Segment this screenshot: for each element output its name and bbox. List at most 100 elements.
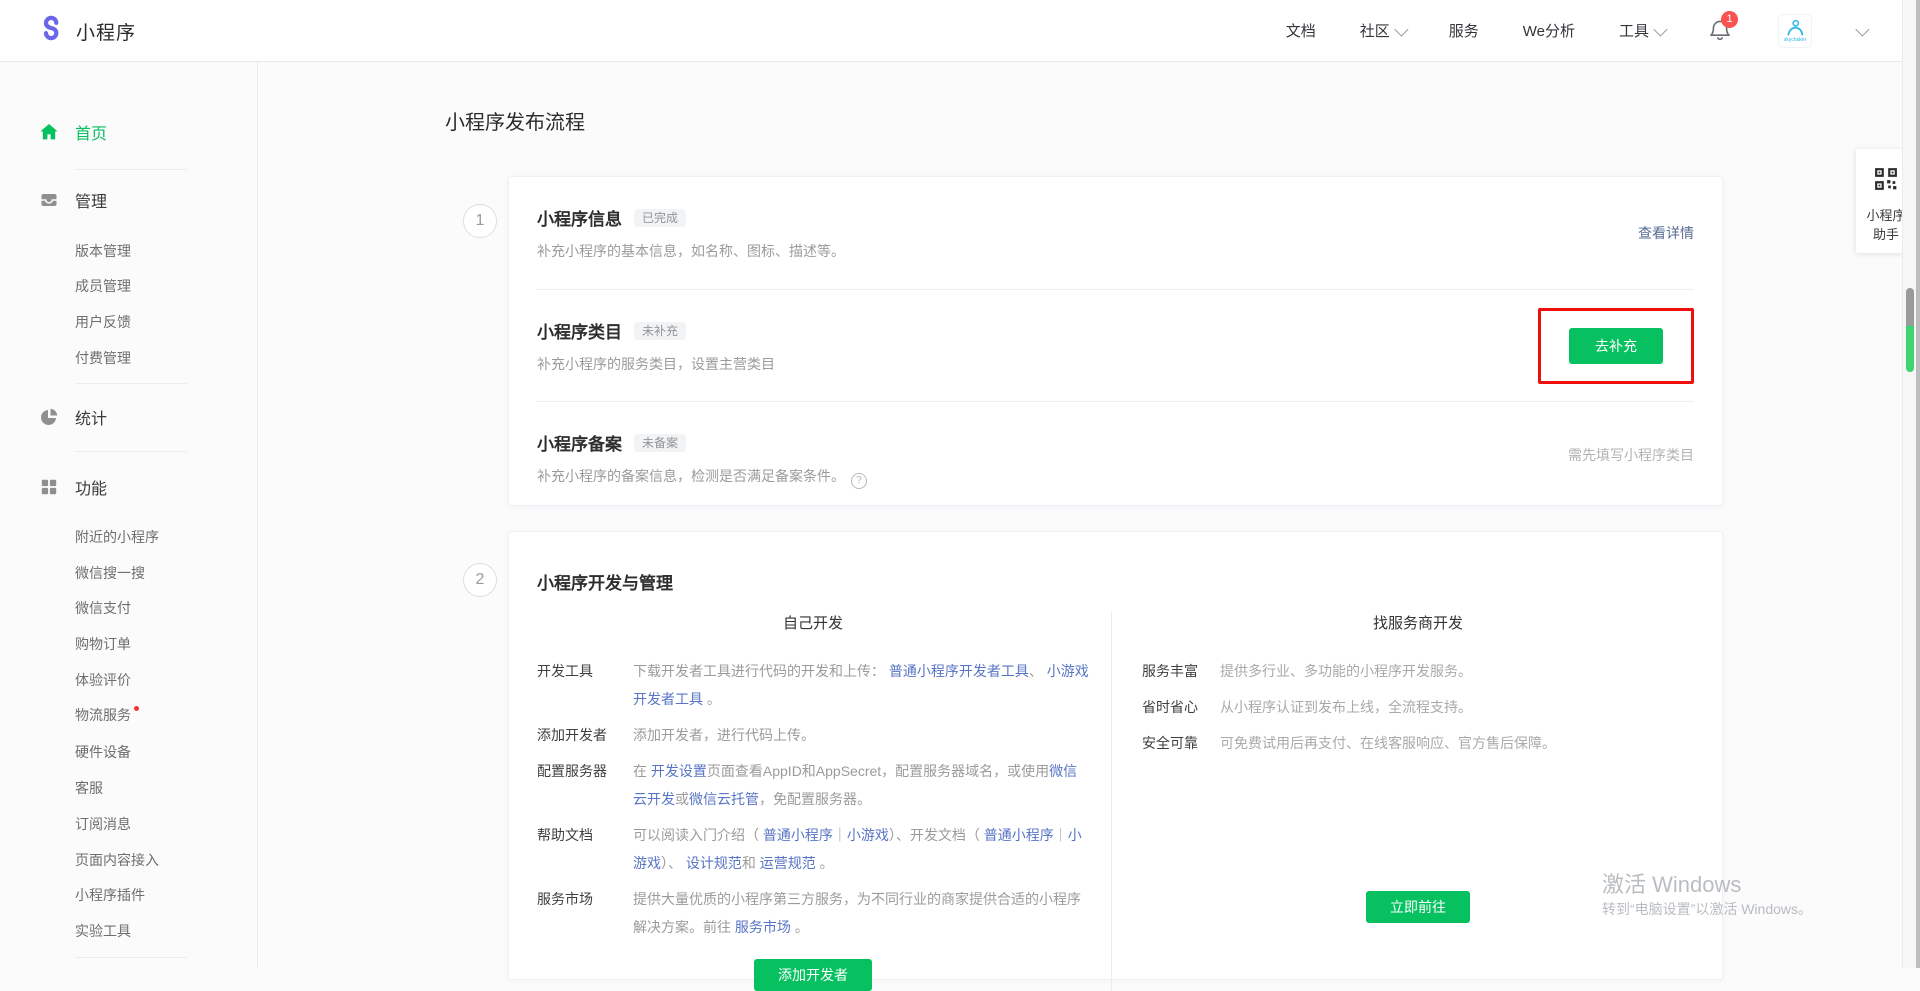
grid-icon bbox=[39, 477, 59, 497]
sidebar-item-shopping-orders[interactable]: 购物订单 bbox=[75, 634, 131, 654]
service-provider-column: 找服务商开发 服务丰富 提供多行业、多功能的小程序开发服务。 省时省心 从小程序… bbox=[1111, 612, 1694, 991]
home-icon bbox=[39, 122, 59, 142]
link-design-guidelines[interactable]: 设计规范 bbox=[686, 855, 742, 871]
sidebar-item-page-content-access[interactable]: 页面内容接入 bbox=[75, 850, 159, 870]
sidebar-item-customer-service[interactable]: 客服 bbox=[75, 778, 103, 798]
column-header: 找服务商开发 bbox=[1142, 612, 1694, 633]
notification-badge: 1 bbox=[1721, 11, 1738, 28]
annotation-highlight-box: 去补充 bbox=[1538, 308, 1694, 384]
row-title: 小程序类目 bbox=[537, 318, 622, 343]
link-intro-normal[interactable]: 普通小程序 bbox=[763, 827, 833, 843]
sidebar-item-hardware-device[interactable]: 硬件设备 bbox=[75, 742, 131, 762]
help-icon[interactable]: ? bbox=[851, 473, 867, 489]
chevron-down-icon bbox=[1653, 22, 1667, 36]
nav-services[interactable]: 服务 bbox=[1449, 20, 1479, 41]
sidebar-section-statistics[interactable]: 统计 bbox=[0, 402, 257, 432]
dev-row-service-market: 服务市场 提供大量优质的小程序第三方服务，为不同行业的商家提供合适的小程序解决方… bbox=[537, 885, 1089, 941]
go-now-button[interactable]: 立即前往 bbox=[1366, 891, 1470, 923]
step2-card: 小程序开发与管理 自己开发 开发工具 下载开发者工具进行代码的开发和上传： 普通… bbox=[508, 531, 1723, 980]
page-scrollbar[interactable] bbox=[1902, 0, 1920, 968]
sidebar-item-logistics-service[interactable]: 物流服务 bbox=[75, 705, 139, 725]
scrollbar-thumb-green-part bbox=[1906, 326, 1914, 372]
self-develop-column: 自己开发 开发工具 下载开发者工具进行代码的开发和上传： 普通小程序开发者工具、… bbox=[537, 612, 1111, 991]
new-badge-dot bbox=[134, 706, 139, 711]
inbox-icon bbox=[39, 190, 59, 210]
avatar-graphic bbox=[1784, 18, 1806, 38]
step2-title: 小程序开发与管理 bbox=[537, 532, 1694, 594]
page-title: 小程序发布流程 bbox=[445, 106, 585, 135]
link-dev-settings[interactable]: 开发设置 bbox=[651, 763, 707, 779]
sidebar: 首页 管理 版本管理 成员管理 用户反馈 付费管理 统计 bbox=[0, 61, 258, 968]
sidebar-item-version-manage[interactable]: 版本管理 bbox=[75, 241, 131, 261]
row-description: 补充小程序的基本信息，如名称、图标、描述等。 bbox=[537, 241, 1694, 261]
notification-bell[interactable]: 1 bbox=[1708, 18, 1734, 44]
window-edge bbox=[1916, 0, 1920, 968]
sidebar-item-user-feedback[interactable]: 用户反馈 bbox=[75, 312, 131, 332]
sidebar-item-wechat-pay[interactable]: 微信支付 bbox=[75, 598, 131, 618]
avatar[interactable]: skychaker bbox=[1778, 14, 1812, 48]
qr-code-icon bbox=[1874, 167, 1898, 196]
view-details-link[interactable]: 查看详情 bbox=[1638, 225, 1694, 241]
header-nav: 文档 社区 服务 We分析 工具 1 skychaker bbox=[1286, 0, 1866, 61]
avatar-caption: skychaker bbox=[1784, 38, 1807, 43]
top-header: 小程序 文档 社区 服务 We分析 工具 1 skychaker bbox=[0, 0, 1920, 62]
sidebar-item-payment-manage[interactable]: 付费管理 bbox=[75, 348, 131, 368]
scrollbar-thumb[interactable] bbox=[1906, 288, 1914, 372]
fill-category-button[interactable]: 去补充 bbox=[1569, 328, 1663, 364]
status-badge: 未补充 bbox=[634, 322, 686, 340]
prerequisite-text: 需先填写小程序类目 bbox=[1568, 447, 1694, 463]
sidebar-item-wechat-search[interactable]: 微信搜一搜 bbox=[75, 563, 145, 583]
account-chevron-down-icon[interactable] bbox=[1855, 22, 1869, 36]
sidebar-item-nearby-miniprogram[interactable]: 附近的小程序 bbox=[75, 527, 159, 547]
pie-chart-icon bbox=[39, 407, 59, 427]
sidebar-item-experiment-tools[interactable]: 实验工具 bbox=[75, 921, 131, 941]
sidebar-divider bbox=[75, 383, 187, 384]
row-description: 补充小程序的服务类目，设置主营类目 bbox=[537, 354, 1694, 374]
sidebar-section-manage[interactable]: 管理 bbox=[0, 185, 257, 215]
dev-row-add-developer: 添加开发者 添加开发者，进行代码上传。 bbox=[537, 721, 1089, 749]
column-header: 自己开发 bbox=[537, 612, 1089, 633]
row-title: 小程序信息 bbox=[537, 205, 622, 230]
sidebar-item-experience-rating[interactable]: 体验评价 bbox=[75, 670, 131, 690]
sidebar-divider bbox=[75, 169, 187, 170]
row-miniprogram-icp: 小程序备案 未备案 补充小程序的备案信息，检测是否满足备案条件。? 需先填写小程… bbox=[537, 401, 1694, 507]
sidebar-divider bbox=[75, 957, 187, 958]
row-description: 补充小程序的备案信息，检测是否满足备案条件。? bbox=[537, 466, 1694, 489]
link-normal-devtool[interactable]: 普通小程序开发者工具 bbox=[889, 663, 1029, 679]
dev-row-help-docs: 帮助文档 可以阅读入门介绍（ 普通小程序｜小游戏）、开发文档（ 普通小程序｜小游… bbox=[537, 821, 1089, 877]
app-logo-text: 小程序 bbox=[76, 18, 136, 45]
link-intro-game[interactable]: 小游戏 bbox=[847, 827, 889, 843]
add-developer-button[interactable]: 添加开发者 bbox=[754, 959, 872, 991]
sidebar-item-miniprogram-plugin[interactable]: 小程序插件 bbox=[75, 885, 145, 905]
link-service-market[interactable]: 服务市场 bbox=[735, 919, 791, 935]
nav-community[interactable]: 社区 bbox=[1360, 20, 1405, 41]
app-logo[interactable]: 小程序 bbox=[36, 14, 136, 49]
nav-we-analytics[interactable]: We分析 bbox=[1523, 20, 1575, 41]
nav-docs[interactable]: 文档 bbox=[1286, 20, 1316, 41]
provider-row-reliable: 安全可靠 可免费试用后再支付、在线客服响应、官方售后保障。 bbox=[1142, 729, 1694, 757]
sidebar-section-features[interactable]: 功能 bbox=[0, 472, 257, 502]
dev-row-tools: 开发工具 下载开发者工具进行代码的开发和上传： 普通小程序开发者工具、 小游戏开… bbox=[537, 657, 1089, 713]
sidebar-item-home[interactable]: 首页 bbox=[0, 117, 257, 147]
step1-card: 小程序信息 已完成 补充小程序的基本信息，如名称、图标、描述等。 查看详情 小程… bbox=[508, 176, 1723, 506]
dev-row-configure-server: 配置服务器 在 开发设置页面查看AppID和AppSecret，配置服务器域名，… bbox=[537, 757, 1089, 813]
link-cloud-hosting[interactable]: 微信云托管 bbox=[689, 791, 759, 807]
nav-tools[interactable]: 工具 bbox=[1619, 20, 1664, 41]
row-miniprogram-category: 小程序类目 未补充 补充小程序的服务类目，设置主营类目 去补充 bbox=[537, 289, 1694, 401]
provider-row-save-time: 省时省心 从小程序认证到发布上线，全流程支持。 bbox=[1142, 693, 1694, 721]
row-miniprogram-info: 小程序信息 已完成 补充小程序的基本信息，如名称、图标、描述等。 查看详情 bbox=[537, 177, 1694, 289]
sidebar-item-subscribe-message[interactable]: 订阅消息 bbox=[75, 814, 131, 834]
miniprogram-logo-icon bbox=[36, 14, 66, 49]
bell-icon bbox=[1708, 29, 1732, 46]
assistant-label: 小程序 助手 bbox=[1866, 206, 1905, 244]
chevron-down-icon bbox=[1394, 22, 1408, 36]
step1-number: 1 bbox=[463, 204, 497, 238]
row-title: 小程序备案 bbox=[537, 430, 622, 455]
provider-row-rich-service: 服务丰富 提供多行业、多功能的小程序开发服务。 bbox=[1142, 657, 1694, 685]
sidebar-item-member-manage[interactable]: 成员管理 bbox=[75, 276, 131, 296]
status-badge: 已完成 bbox=[634, 209, 686, 227]
sidebar-divider bbox=[75, 451, 187, 452]
link-operation-guidelines[interactable]: 运营规范 bbox=[760, 855, 816, 871]
link-docs-normal[interactable]: 普通小程序 bbox=[984, 827, 1054, 843]
status-badge: 未备案 bbox=[634, 434, 686, 452]
